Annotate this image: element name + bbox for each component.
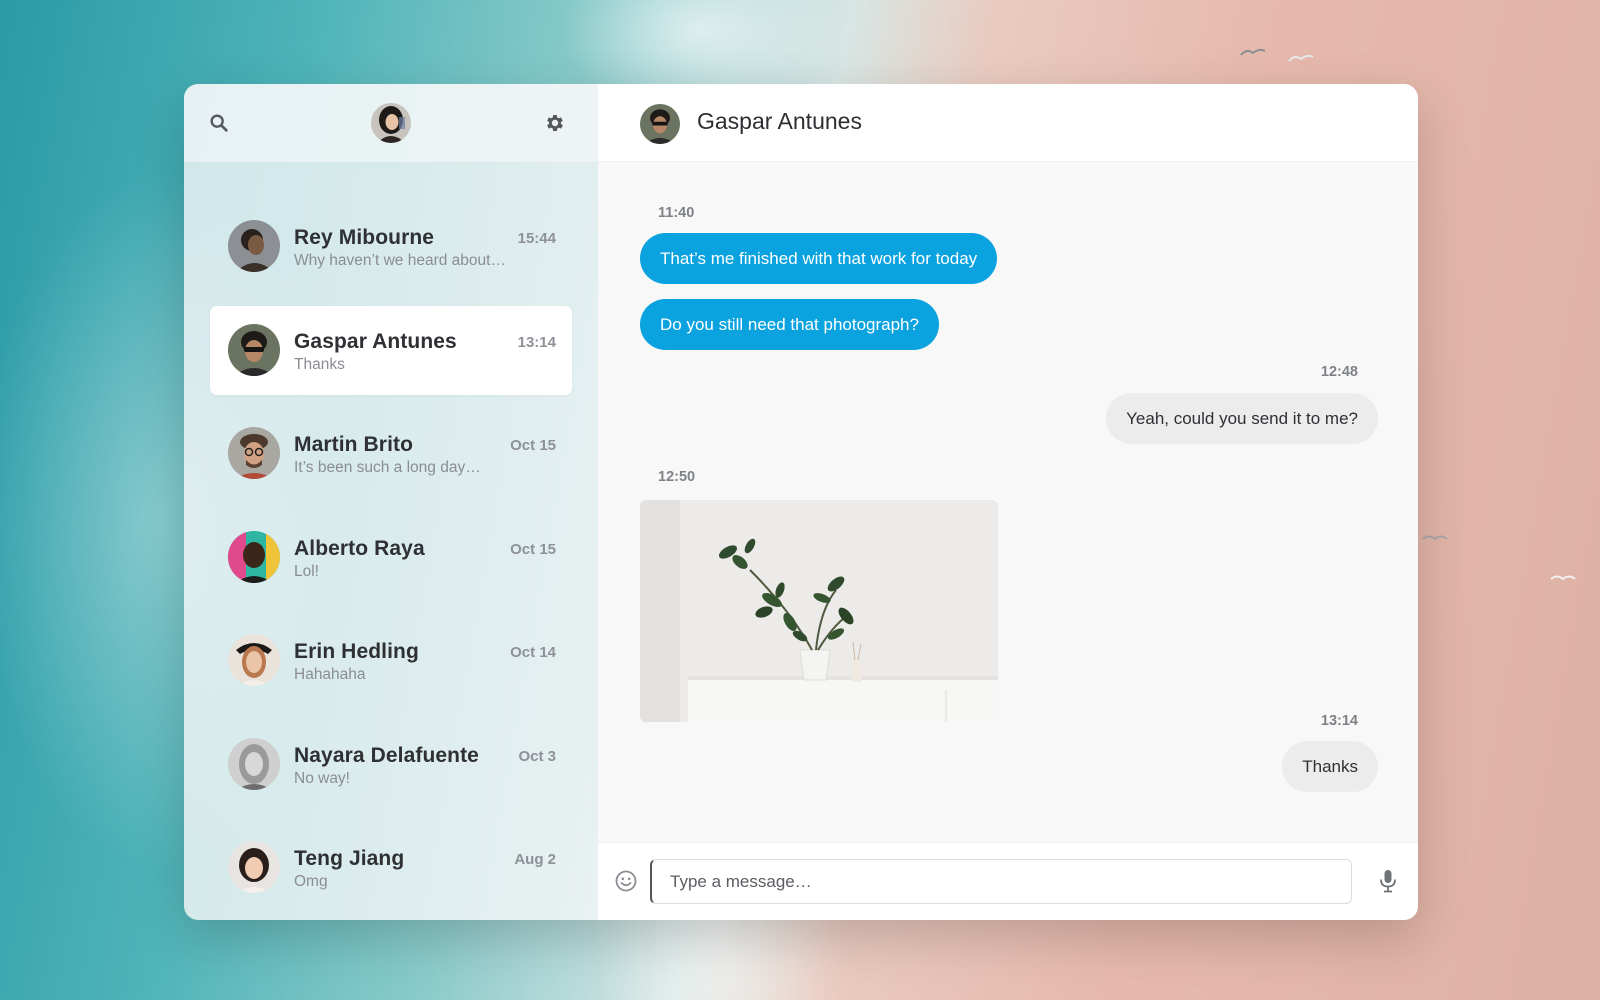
contact-name: Gaspar Antunes bbox=[294, 329, 457, 353]
gear-icon bbox=[547, 115, 563, 131]
message-time: Oct 15 bbox=[510, 437, 556, 454]
microphone-button[interactable] bbox=[1376, 868, 1400, 894]
contact-name: Alberto Raya bbox=[294, 536, 425, 560]
message-preview: Lol! bbox=[294, 562, 319, 580]
outgoing-message: Yeah, could you send it to me? bbox=[1106, 393, 1378, 444]
message-time: 15:44 bbox=[517, 230, 556, 247]
conversation-item[interactable]: Teng Jiang Omg Aug 2 bbox=[210, 823, 572, 912]
search-icon bbox=[210, 114, 228, 132]
contact-avatar bbox=[228, 737, 280, 790]
photo-message[interactable] bbox=[640, 500, 998, 722]
bird-decoration bbox=[1240, 44, 1266, 56]
outgoing-message: Thanks bbox=[1282, 741, 1378, 792]
message-timestamp: 11:40 bbox=[658, 205, 695, 221]
bird-decoration bbox=[1288, 50, 1314, 62]
message-composer bbox=[598, 842, 1418, 920]
message-preview: Why haven’t we heard about… bbox=[294, 252, 506, 269]
contact-avatar bbox=[228, 323, 280, 376]
message-preview: Omg bbox=[294, 873, 328, 890]
sidebar-toolbar bbox=[184, 84, 598, 162]
contact-avatar bbox=[228, 220, 280, 272]
message-time: Aug 2 bbox=[514, 851, 556, 868]
messenger-window: Rey Mibourne Why haven’t we heard about…… bbox=[184, 84, 1418, 920]
contact-name: Rey Mibourne bbox=[294, 226, 435, 249]
contact-name: Martin Brito bbox=[294, 433, 414, 456]
message-input[interactable] bbox=[650, 859, 1352, 904]
conversation-item[interactable]: Erin Hedling Hahahaha Oct 14 bbox=[210, 616, 572, 705]
settings-button[interactable] bbox=[542, 110, 568, 136]
message-preview: No way! bbox=[294, 769, 350, 787]
contact-avatar bbox=[228, 841, 280, 893]
chat-contact-name: Gaspar Antunes bbox=[697, 108, 862, 134]
conversation-sidebar: Rey Mibourne Why haven’t we heard about…… bbox=[184, 84, 598, 920]
message-preview: Hahahaha bbox=[294, 666, 366, 683]
message-time: 13:14 bbox=[517, 333, 556, 351]
user-avatar[interactable] bbox=[371, 103, 411, 143]
contact-avatar bbox=[228, 634, 280, 686]
conversation-item[interactable]: Rey Mibourne Why haven’t we heard about…… bbox=[210, 202, 572, 291]
contact-avatar bbox=[228, 427, 280, 479]
message-timestamp: 13:14 bbox=[1320, 713, 1358, 729]
contact-avatar bbox=[228, 530, 280, 583]
message-preview: Thanks bbox=[294, 355, 345, 373]
bird-decoration bbox=[1422, 530, 1448, 541]
chat-pane: Gaspar Antunes 11:40 That’s me finished … bbox=[598, 84, 1418, 920]
message-time: Oct 14 bbox=[510, 644, 556, 661]
conversation-item[interactable]: Martin Brito It’s been such a long day… … bbox=[210, 409, 572, 498]
conversation-item[interactable]: Alberto Raya Lol! Oct 15 bbox=[210, 513, 572, 602]
contact-name: Nayara Delafuente bbox=[294, 743, 479, 767]
message-preview: It’s been such a long day… bbox=[294, 459, 481, 476]
message-timestamp: 12:48 bbox=[1320, 364, 1358, 380]
message-timestamp: 12:50 bbox=[658, 469, 696, 485]
incoming-message: Do you still need that photograph? bbox=[640, 299, 939, 350]
contact-name: Teng Jiang bbox=[294, 847, 405, 870]
bird-decoration bbox=[1550, 570, 1576, 581]
incoming-message: That’s me finished with that work for to… bbox=[640, 233, 998, 284]
conversation-item-active[interactable]: Gaspar Antunes Thanks 13:14 bbox=[210, 305, 572, 395]
search-button[interactable] bbox=[206, 110, 232, 136]
smiley-icon bbox=[615, 870, 637, 892]
emoji-button[interactable] bbox=[614, 869, 638, 893]
conversation-list: Rey Mibourne Why haven’t we heard about…… bbox=[184, 202, 598, 920]
plant-photo bbox=[640, 500, 998, 722]
contact-avatar[interactable] bbox=[640, 104, 680, 144]
message-time: Oct 15 bbox=[510, 540, 556, 558]
chat-header: Gaspar Antunes bbox=[598, 84, 1418, 162]
message-time: Oct 3 bbox=[518, 747, 556, 765]
microphone-icon bbox=[1380, 870, 1396, 893]
contact-name: Erin Hedling bbox=[294, 640, 419, 663]
conversation-item[interactable]: Nayara Delafuente No way! Oct 3 bbox=[210, 720, 572, 809]
